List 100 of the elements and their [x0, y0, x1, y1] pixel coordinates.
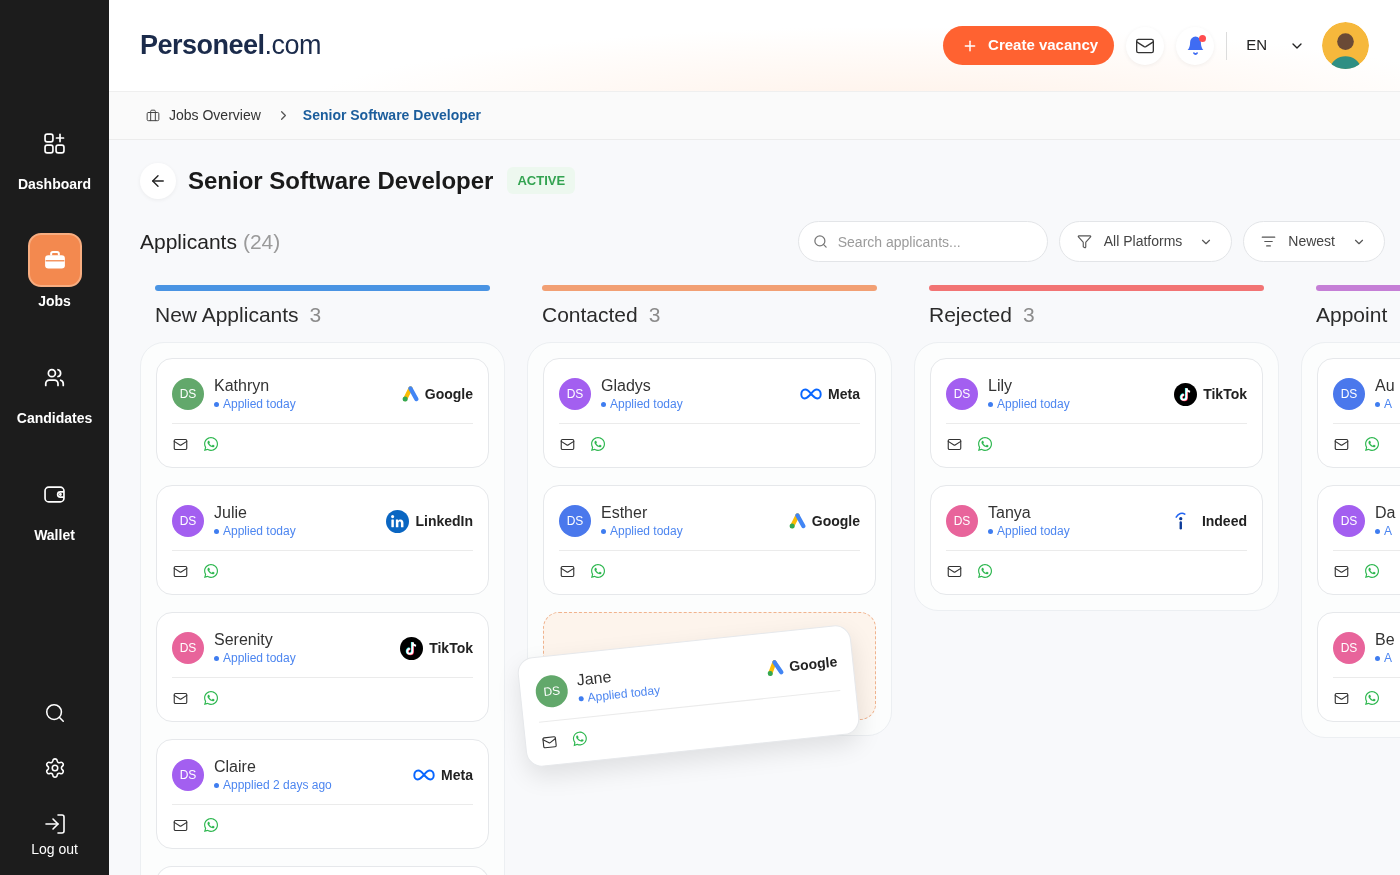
platform-name: TikTok — [429, 638, 473, 658]
applicant-card[interactable]: DS Au A — [1317, 358, 1400, 468]
applied-status: Applied today — [223, 397, 296, 412]
platform-name: Google — [424, 384, 473, 404]
sort-lines-icon — [1261, 234, 1277, 249]
funnel-icon — [1076, 234, 1092, 249]
log-out-icon — [42, 812, 67, 836]
applicant-card[interactable]: DS Lily Applied today TikTok — [930, 358, 1263, 468]
mail-icon[interactable] — [1334, 436, 1349, 452]
google-ads-icon — [788, 513, 806, 529]
whatsapp-icon[interactable] — [977, 436, 993, 452]
applied-status: Appplied 2 days ago — [223, 778, 332, 793]
initials-avatar: DS — [172, 759, 204, 791]
applicant-card[interactable]: DS Kathryn Applied today Google — [156, 358, 489, 468]
platform-name: Meta — [441, 765, 473, 785]
initials-avatar: DS — [946, 505, 978, 537]
applied-status: Applied today — [997, 524, 1070, 539]
language-selector[interactable]: EN — [1246, 34, 1267, 57]
column-title: Appoint — [1316, 302, 1388, 329]
initials-avatar: DS — [172, 378, 204, 410]
nav-item[interactable]: Candidates — [0, 350, 109, 428]
search-icon — [812, 234, 828, 249]
platform-filter[interactable]: All Platforms — [1058, 221, 1233, 262]
platform-name: LinkedIn — [415, 511, 473, 531]
whatsapp-icon[interactable] — [590, 563, 606, 579]
applicants-heading: Applicants — [140, 228, 237, 255]
whatsapp-icon[interactable] — [590, 436, 606, 452]
whatsapp-icon[interactable] — [203, 817, 219, 833]
back-button[interactable] — [140, 162, 176, 199]
search-icon[interactable] — [43, 702, 66, 724]
applicant-name: Lily — [988, 376, 1013, 396]
applicant-name: Claire — [214, 757, 257, 777]
applicants-count: (24) — [242, 228, 281, 255]
applicant-name: Kathryn — [214, 376, 271, 396]
applied-status: Applied today — [223, 524, 296, 539]
applicant-card[interactable]: DS Tanya Applied today Indeed — [930, 485, 1263, 595]
whatsapp-icon[interactable] — [1364, 563, 1380, 579]
mail-icon[interactable] — [1334, 563, 1349, 579]
tiktok-icon — [1174, 382, 1198, 406]
avatar-icon[interactable] — [1322, 22, 1369, 69]
google-ads-icon — [765, 659, 785, 677]
briefcase-icon — [146, 108, 160, 123]
applicant-card[interactable]: DS Esther Applied today Google — [543, 485, 876, 595]
nav-item[interactable]: Dashboard — [0, 116, 109, 194]
platform-name: Google — [788, 651, 839, 676]
applicant-card[interactable]: DS Gladys Applied today Meta — [543, 358, 876, 468]
sort-dropdown[interactable]: Newest — [1243, 221, 1385, 262]
initials-avatar: DS — [172, 505, 204, 537]
initials-avatar: DS — [1333, 378, 1365, 410]
applicant-name: Esther — [601, 503, 649, 523]
breadcrumb-current: Senior Software Developer — [302, 106, 481, 125]
column-count: 3 — [309, 302, 322, 329]
applicant-name: Julie — [214, 503, 248, 523]
mail-icon[interactable] — [947, 563, 962, 579]
applicant-name: Da — [1375, 503, 1396, 523]
whatsapp-icon[interactable] — [977, 563, 993, 579]
whatsapp-icon[interactable] — [203, 436, 219, 452]
google-ads-icon — [401, 386, 419, 402]
mail-icon[interactable] — [173, 563, 188, 579]
mail-icon[interactable] — [173, 690, 188, 706]
job-title: Senior Software Developer — [188, 165, 494, 196]
mail-icon[interactable] — [560, 563, 575, 579]
platform-name: Google — [811, 511, 860, 531]
logo[interactable]: Personeel.com — [140, 32, 322, 59]
mail-icon[interactable] — [560, 436, 575, 452]
applicant-name: Be — [1375, 630, 1395, 650]
applicant-card[interactable]: DS Claire Appplied 2 days ago Meta — [156, 739, 489, 849]
applicant-card[interactable]: DS Serenity Applied today TikTok — [156, 612, 489, 722]
column-count: 3 — [1022, 302, 1035, 329]
applicant-card[interactable]: DS Da A — [1317, 485, 1400, 595]
whatsapp-icon[interactable] — [1364, 436, 1380, 452]
mail-icon[interactable] — [947, 436, 962, 452]
column-count: 3 — [648, 302, 661, 329]
nav-item[interactable]: Wallet — [0, 467, 109, 545]
mail-icon[interactable] — [173, 817, 188, 833]
applied-status: Applied today — [997, 397, 1070, 412]
initials-avatar: DS — [559, 505, 591, 537]
search-field[interactable]: Search applicants... — [797, 221, 1048, 262]
log-out-button[interactable]: Log out — [31, 812, 78, 858]
applicant-card[interactable]: DS Julie Applied today LinkedIn — [156, 485, 489, 595]
applicant-card[interactable]: DS Be A — [1317, 612, 1400, 722]
applicant-name: Jane — [575, 667, 613, 689]
column-title: New Applicants — [155, 302, 299, 329]
settings-icon[interactable] — [43, 757, 66, 779]
tiktok-icon — [400, 636, 424, 660]
applicant-name: Tanya — [988, 503, 1032, 523]
initials-avatar: DS — [1333, 632, 1365, 664]
whatsapp-icon[interactable] — [571, 729, 589, 748]
applicant-name: Serenity — [214, 630, 274, 650]
breadcrumb-link[interactable]: Jobs Overview — [146, 105, 261, 126]
whatsapp-icon[interactable] — [203, 690, 219, 706]
indeed-icon — [1174, 512, 1186, 530]
mail-icon[interactable] — [1334, 690, 1349, 706]
mail-icon[interactable] — [173, 436, 188, 452]
whatsapp-icon[interactable] — [203, 563, 219, 579]
nav-item[interactable]: Jobs — [0, 233, 109, 311]
mail-icon[interactable] — [541, 733, 558, 750]
meta-icon — [800, 388, 823, 400]
applied-status: Applied today — [610, 524, 683, 539]
whatsapp-icon[interactable] — [1364, 690, 1380, 706]
